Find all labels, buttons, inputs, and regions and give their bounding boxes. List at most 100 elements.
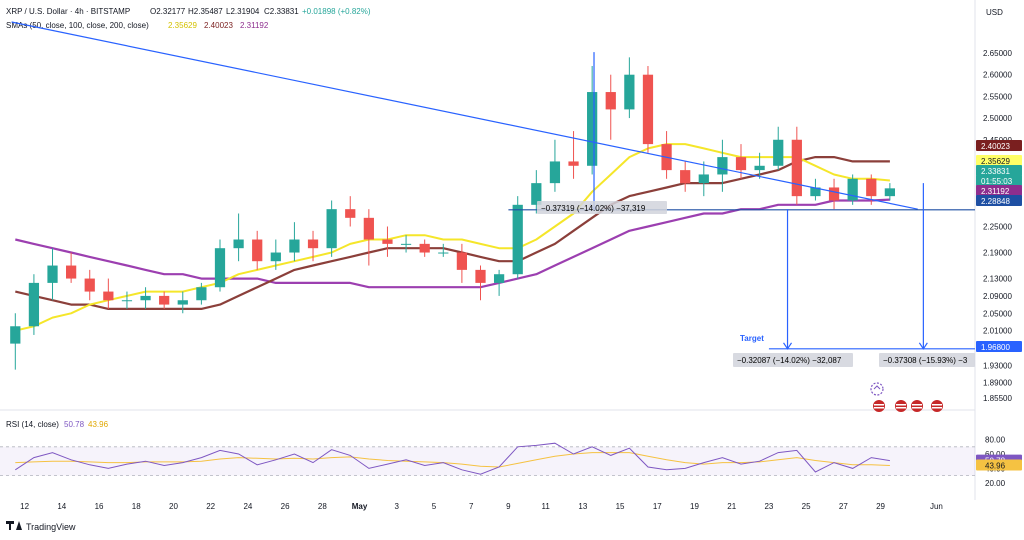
price-tick-label: 2.01000 bbox=[983, 327, 1012, 336]
candle-body bbox=[828, 187, 840, 201]
measure-label-3: −0.37308 (−15.93%) −3 bbox=[883, 356, 968, 365]
candle-body bbox=[159, 295, 170, 305]
ohlc-change: +0.01898 (+0.82%) bbox=[302, 7, 371, 16]
time-tick-label: 29 bbox=[876, 502, 885, 511]
price-tag-text: 1.96800 bbox=[981, 343, 1010, 352]
candle-body bbox=[270, 252, 281, 262]
candle-body bbox=[307, 239, 319, 249]
candle-body bbox=[28, 282, 40, 327]
price-tick-label: 2.55000 bbox=[983, 92, 1012, 101]
candle-body bbox=[419, 243, 430, 253]
time-tick-label: 18 bbox=[132, 502, 141, 511]
time-tick-label: May bbox=[352, 502, 368, 511]
time-tick-label: 25 bbox=[802, 502, 811, 511]
candle-body bbox=[10, 326, 21, 344]
sma100-legend-value: 2.40023 bbox=[204, 21, 233, 30]
candle-body bbox=[326, 209, 337, 249]
price-tick-label: 2.65000 bbox=[983, 49, 1012, 58]
price-tag-text: 2.33831 bbox=[981, 167, 1010, 176]
candle-body bbox=[196, 287, 207, 301]
price-tag-text: 01:55:03 bbox=[981, 177, 1013, 186]
candle-body bbox=[587, 92, 598, 166]
candle-body bbox=[121, 300, 133, 302]
time-tick-label: 28 bbox=[318, 502, 327, 511]
candle-body bbox=[47, 265, 58, 283]
price-tag-text: 2.40023 bbox=[981, 142, 1010, 151]
candle-body bbox=[400, 243, 412, 245]
candle-body bbox=[698, 174, 709, 184]
us-flag-icon[interactable] bbox=[931, 400, 943, 412]
chart-root: XRP / U.S. Dollar · 4h · BITSTAMP O2.321… bbox=[0, 0, 1024, 535]
rsi-pane[interactable] bbox=[0, 442, 975, 477]
price-axis[interactable]: 2.650002.600002.550002.500002.450002.250… bbox=[983, 49, 1012, 488]
time-tick-label: 7 bbox=[469, 502, 474, 511]
symbol-title: XRP / U.S. Dollar · 4h · BITSTAMP bbox=[6, 7, 130, 16]
price-tick-label: 2.60000 bbox=[983, 71, 1012, 80]
time-tick-label: 11 bbox=[541, 502, 550, 511]
candle-body bbox=[66, 265, 77, 279]
price-tag-text: 2.35629 bbox=[981, 157, 1010, 166]
ohlc-high: H2.35487 bbox=[188, 7, 223, 16]
time-tick-label: 12 bbox=[20, 502, 29, 511]
tradingview-logo[interactable]: TradingView bbox=[6, 521, 76, 532]
sma200-line bbox=[15, 198, 890, 289]
us-flag-icon[interactable] bbox=[911, 400, 923, 412]
candle-body bbox=[438, 252, 449, 254]
candle-body bbox=[103, 291, 114, 301]
descending-trendline bbox=[11, 21, 918, 210]
price-tick-label: 2.09000 bbox=[983, 292, 1012, 301]
us-flag-icon[interactable] bbox=[895, 400, 907, 412]
candle-body bbox=[456, 252, 468, 270]
time-tick-label: 21 bbox=[727, 502, 736, 511]
time-tick-label: 15 bbox=[616, 502, 625, 511]
candle-body bbox=[773, 139, 784, 166]
measure-label-2: −0.32087 (−14.02%) −32,087 bbox=[737, 356, 842, 365]
time-tick-label: 16 bbox=[95, 502, 104, 511]
rsi-tick-label: 80.00 bbox=[985, 436, 1006, 445]
replay-icon[interactable] bbox=[870, 382, 884, 396]
candle-body bbox=[605, 92, 616, 110]
candle-body bbox=[624, 74, 635, 110]
candle-body bbox=[791, 139, 802, 197]
candle-body bbox=[884, 188, 895, 197]
time-tick-label: 26 bbox=[281, 502, 290, 511]
time-tick-label: 14 bbox=[57, 502, 66, 511]
candle-body bbox=[84, 278, 95, 292]
price-tick-label: 2.05000 bbox=[983, 309, 1012, 318]
sma200-legend-value: 2.31192 bbox=[240, 21, 269, 30]
tradingview-logo-icon bbox=[6, 521, 22, 530]
time-axis[interactable]: 12 14 16 18 20 22 24 26 28 May 3 5 7 9 11 13 15 17 19 21 23 2… bbox=[20, 502, 943, 511]
candle-body bbox=[345, 209, 356, 218]
price-chart[interactable]: XRP / U.S. Dollar · 4h · BITSTAMP O2.321… bbox=[0, 0, 1024, 535]
candle-body bbox=[735, 157, 747, 171]
sma50-line bbox=[15, 143, 890, 332]
rsi-tick-label: 20.00 bbox=[985, 479, 1006, 488]
price-tick-label: 1.93000 bbox=[983, 361, 1012, 370]
main-pane[interactable] bbox=[10, 21, 975, 370]
candle-body bbox=[866, 178, 877, 197]
candle-body bbox=[642, 74, 654, 145]
price-tick-label: 2.13000 bbox=[983, 275, 1012, 284]
ohlc-low: L2.31904 bbox=[226, 7, 260, 16]
candle-body bbox=[512, 204, 523, 275]
time-tick-label: 20 bbox=[169, 502, 178, 511]
candle-body bbox=[363, 217, 374, 240]
price-tick-label: 2.50000 bbox=[983, 114, 1012, 123]
time-tick-label: 27 bbox=[839, 502, 848, 511]
candle-body bbox=[214, 248, 226, 288]
ohlc-open: O2.32177 bbox=[150, 7, 186, 16]
time-tick-label: 23 bbox=[764, 502, 773, 511]
candle-body bbox=[493, 274, 505, 283]
price-tick-label: 2.25000 bbox=[983, 223, 1012, 232]
us-flag-icon[interactable] bbox=[873, 400, 885, 412]
rsi-ma-tag-text: 43.96 bbox=[985, 462, 1006, 471]
candle-body bbox=[177, 300, 188, 305]
currency-label: USD bbox=[986, 8, 1003, 17]
candle-body bbox=[289, 239, 300, 253]
candle-body bbox=[717, 157, 728, 175]
price-tick-label: 1.89000 bbox=[983, 379, 1012, 388]
time-tick-label: 13 bbox=[578, 502, 587, 511]
rsi-value: 50.78 bbox=[64, 420, 85, 429]
target-label: Target bbox=[740, 334, 764, 343]
ohlc-close: C2.33831 bbox=[264, 7, 299, 16]
